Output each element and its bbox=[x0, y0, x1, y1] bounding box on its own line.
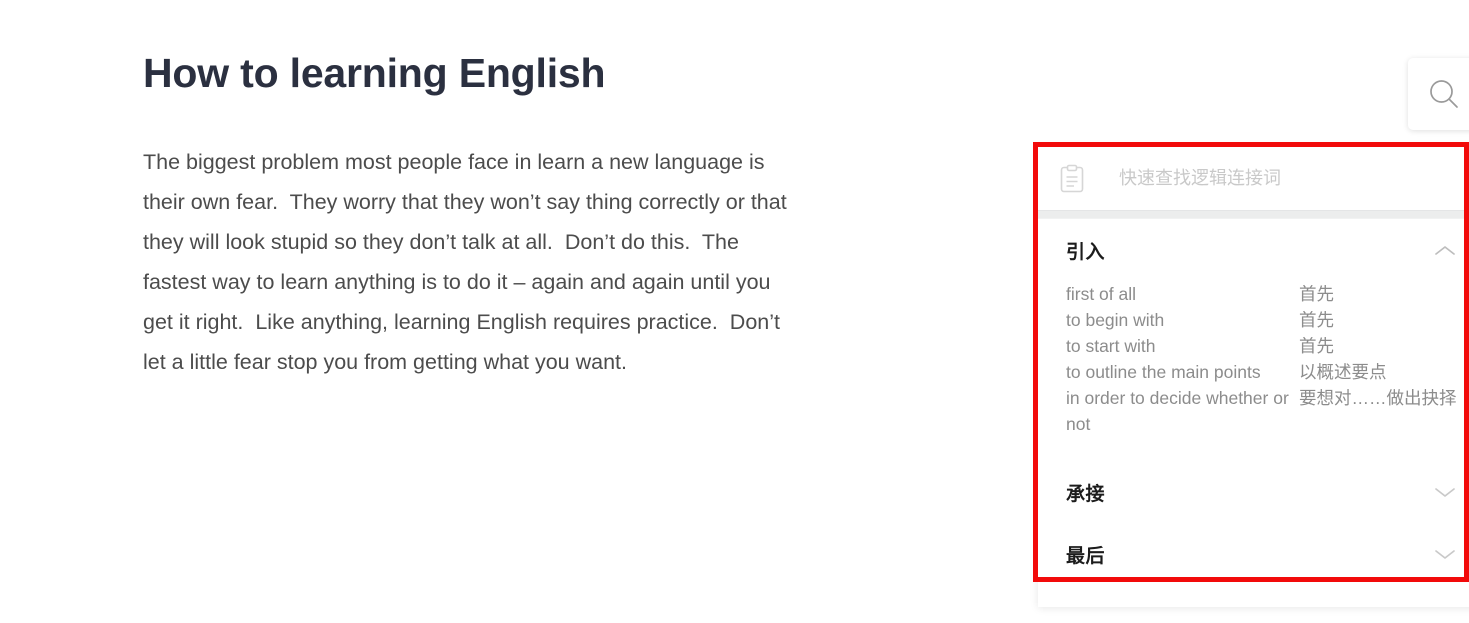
entry-chinese: 首先 bbox=[1299, 310, 1334, 330]
paragraph-line: they will look stupid so they don’t talk… bbox=[143, 230, 739, 254]
chevron-up-icon[interactable] bbox=[1434, 244, 1456, 257]
paragraph-line: The biggest problem most people face in … bbox=[143, 150, 765, 174]
section-body-yinru: first of all 首先 to begin with 首先 to star… bbox=[1038, 281, 1469, 447]
paragraph-line: get it right. Like anything, learning En… bbox=[143, 310, 780, 334]
section-title: 承接 bbox=[1066, 483, 1106, 505]
entry-chinese: 首先 bbox=[1299, 284, 1334, 304]
paragraph-line: let a little fear stop you from getting … bbox=[143, 350, 628, 374]
list-item[interactable]: to start with 首先 bbox=[1066, 333, 1469, 359]
list-item[interactable]: first of all 首先 bbox=[1066, 281, 1469, 307]
paragraph-line: fastest way to learn anything is to do i… bbox=[143, 270, 771, 294]
entry-english: to start with bbox=[1066, 336, 1156, 356]
search-button[interactable] bbox=[1408, 58, 1469, 130]
panel-search-row[interactable] bbox=[1038, 147, 1469, 210]
chevron-down-icon[interactable] bbox=[1434, 548, 1456, 561]
list-item[interactable]: to outline the main points 以概述要点 bbox=[1066, 359, 1469, 385]
search-icon bbox=[1427, 77, 1461, 111]
entry-english: to outline the main points bbox=[1066, 362, 1261, 382]
clipboard-icon bbox=[1058, 164, 1086, 194]
list-item[interactable]: in order to decide whether or not 要想对……做… bbox=[1066, 385, 1469, 437]
logic-connector-panel: 引入 first of all 首先 to begin with 首先 to s… bbox=[1038, 147, 1469, 607]
paragraph-line: their own fear. They worry that they won… bbox=[143, 190, 787, 214]
connector-search-input[interactable] bbox=[1119, 168, 1429, 189]
entry-english: in order to decide whether or not bbox=[1066, 388, 1294, 434]
list-item[interactable]: to begin with 首先 bbox=[1066, 307, 1469, 333]
section-title: 引入 bbox=[1066, 241, 1106, 263]
section-header-yinru[interactable]: 引入 bbox=[1038, 219, 1469, 281]
body-paragraph: The biggest problem most people face in … bbox=[143, 142, 903, 382]
section-header-zuihou[interactable]: 最后 bbox=[1038, 523, 1469, 585]
section-chengjie: 承接 bbox=[1038, 461, 1469, 523]
entry-chinese: 首先 bbox=[1299, 336, 1334, 356]
section-header-chengjie[interactable]: 承接 bbox=[1038, 461, 1469, 523]
document-area: How to learning English The biggest prob… bbox=[0, 0, 1030, 623]
chevron-down-icon[interactable] bbox=[1434, 486, 1456, 499]
panel-divider bbox=[1038, 210, 1469, 219]
section-title: 最后 bbox=[1066, 545, 1106, 567]
entry-chinese: 以概述要点 bbox=[1299, 362, 1387, 382]
section-zuihou: 最后 bbox=[1038, 523, 1469, 585]
entry-english: to begin with bbox=[1066, 310, 1165, 330]
page-title: How to learning English bbox=[143, 50, 606, 96]
section-yinru: 引入 first of all 首先 to begin with 首先 to s… bbox=[1038, 219, 1469, 447]
entry-english: first of all bbox=[1066, 284, 1137, 304]
entry-chinese: 要想对……做出抉择 bbox=[1299, 388, 1457, 408]
